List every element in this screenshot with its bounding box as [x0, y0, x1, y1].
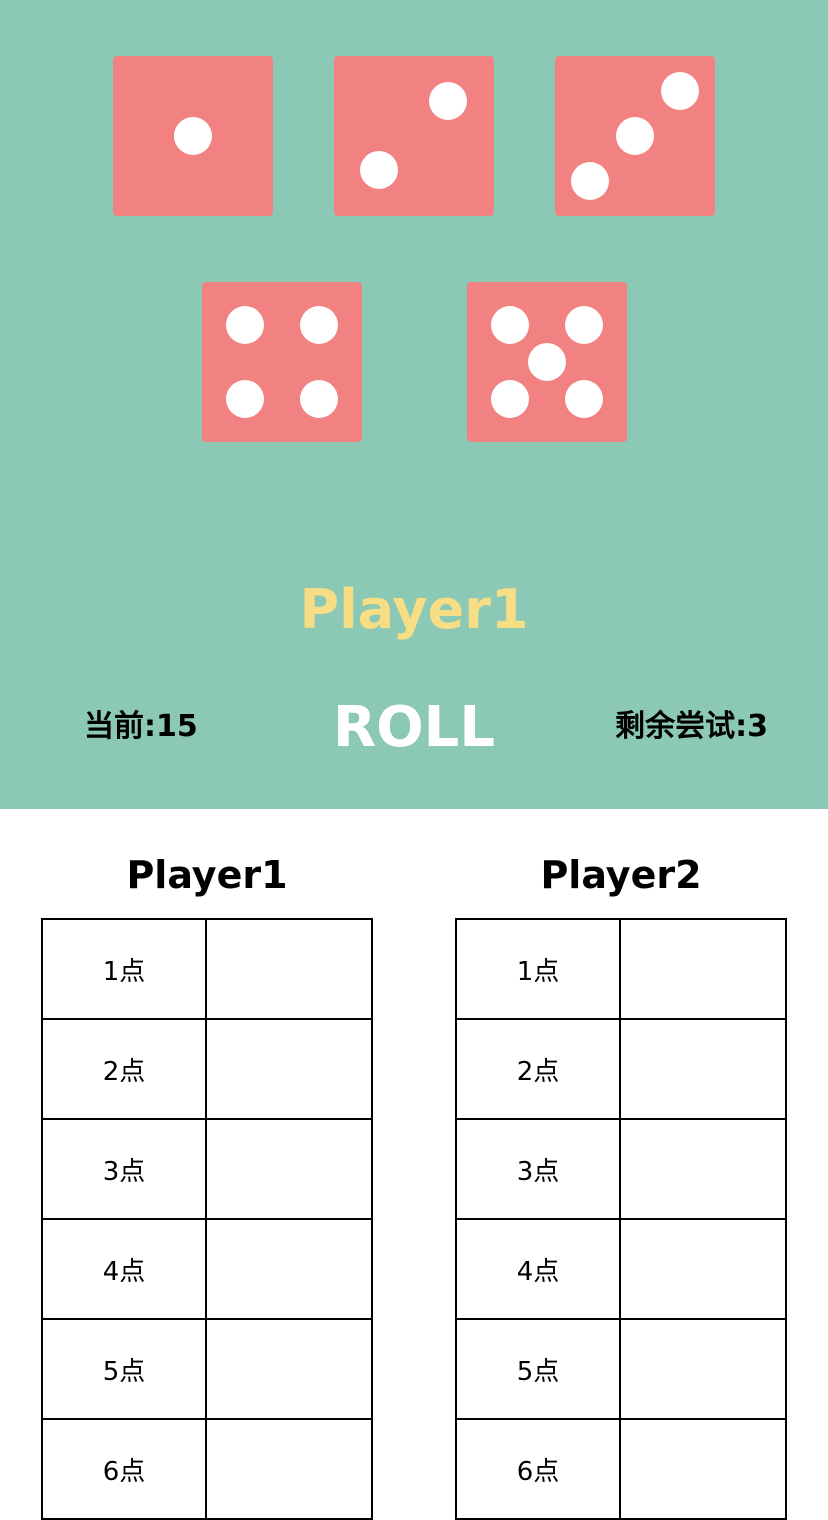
score-cell[interactable] — [621, 1220, 785, 1318]
die-1[interactable] — [113, 56, 273, 216]
die-3[interactable] — [555, 56, 715, 216]
remaining-attempts-label: 剩余尝试:3 — [615, 709, 768, 744]
score-cell[interactable] — [207, 1320, 371, 1418]
score-category-label: 4点 — [43, 1220, 207, 1318]
score-cell[interactable] — [207, 920, 371, 1018]
scoreboard-player-title: Player2 — [540, 853, 702, 897]
table-row: 3点 — [43, 1120, 371, 1220]
score-category-label: 4点 — [457, 1220, 621, 1318]
current-score-label: 当前:15 — [84, 709, 198, 744]
score-cell[interactable] — [621, 1420, 785, 1518]
scoreboard-player-title: Player1 — [126, 853, 288, 897]
score-cell[interactable] — [621, 1320, 785, 1418]
score-cell[interactable] — [207, 1220, 371, 1318]
die-pip — [491, 380, 529, 418]
score-table: 1点 2点 3点 4点 5点 6点 — [455, 918, 787, 1520]
table-row: 1点 — [43, 920, 371, 1020]
score-cell[interactable] — [207, 1420, 371, 1518]
score-category-label: 3点 — [43, 1120, 207, 1218]
score-cell[interactable] — [621, 1120, 785, 1218]
die-pip — [565, 306, 603, 344]
die-pip — [300, 380, 338, 418]
score-category-label: 5点 — [43, 1320, 207, 1418]
score-cell[interactable] — [621, 1020, 785, 1118]
die-pip — [571, 162, 609, 200]
table-row: 5点 — [43, 1320, 371, 1420]
die-pip — [174, 117, 212, 155]
score-category-label: 6点 — [43, 1420, 207, 1518]
die-pip — [491, 306, 529, 344]
die-pip — [226, 306, 264, 344]
die-pip — [616, 117, 654, 155]
table-row: 6点 — [43, 1420, 371, 1520]
game-area: Player1 当前:15 ROLL 剩余尝试:3 — [0, 0, 828, 809]
score-cell[interactable] — [207, 1120, 371, 1218]
die-pip — [300, 306, 338, 344]
score-category-label: 1点 — [457, 920, 621, 1018]
die-pip — [429, 82, 467, 120]
table-row: 4点 — [43, 1220, 371, 1320]
score-category-label: 3点 — [457, 1120, 621, 1218]
die-pip — [226, 380, 264, 418]
current-player-name: Player1 — [299, 578, 529, 641]
scoreboard-player2: Player2 1点 2点 3点 4点 5点 6点 — [455, 840, 787, 1520]
table-row: 5点 — [457, 1320, 785, 1420]
die-pip — [565, 380, 603, 418]
table-row: 1点 — [457, 920, 785, 1020]
die-4[interactable] — [202, 282, 362, 442]
score-category-label: 6点 — [457, 1420, 621, 1518]
table-row: 3点 — [457, 1120, 785, 1220]
table-row: 4点 — [457, 1220, 785, 1320]
score-category-label: 2点 — [457, 1020, 621, 1118]
die-pip — [360, 151, 398, 189]
scoreboard-player1: Player1 1点 2点 3点 4点 5点 6点 — [41, 840, 373, 1520]
score-cell[interactable] — [621, 920, 785, 1018]
score-category-label: 1点 — [43, 920, 207, 1018]
die-5[interactable] — [467, 282, 627, 442]
table-row: 2点 — [457, 1020, 785, 1120]
table-row: 6点 — [457, 1420, 785, 1520]
score-category-label: 2点 — [43, 1020, 207, 1118]
die-2[interactable] — [334, 56, 494, 216]
score-category-label: 5点 — [457, 1320, 621, 1418]
die-pip — [528, 343, 566, 381]
score-table: 1点 2点 3点 4点 5点 6点 — [41, 918, 373, 1520]
roll-button[interactable]: ROLL — [314, 692, 514, 764]
die-pip — [661, 72, 699, 110]
score-cell[interactable] — [207, 1020, 371, 1118]
table-row: 2点 — [43, 1020, 371, 1120]
